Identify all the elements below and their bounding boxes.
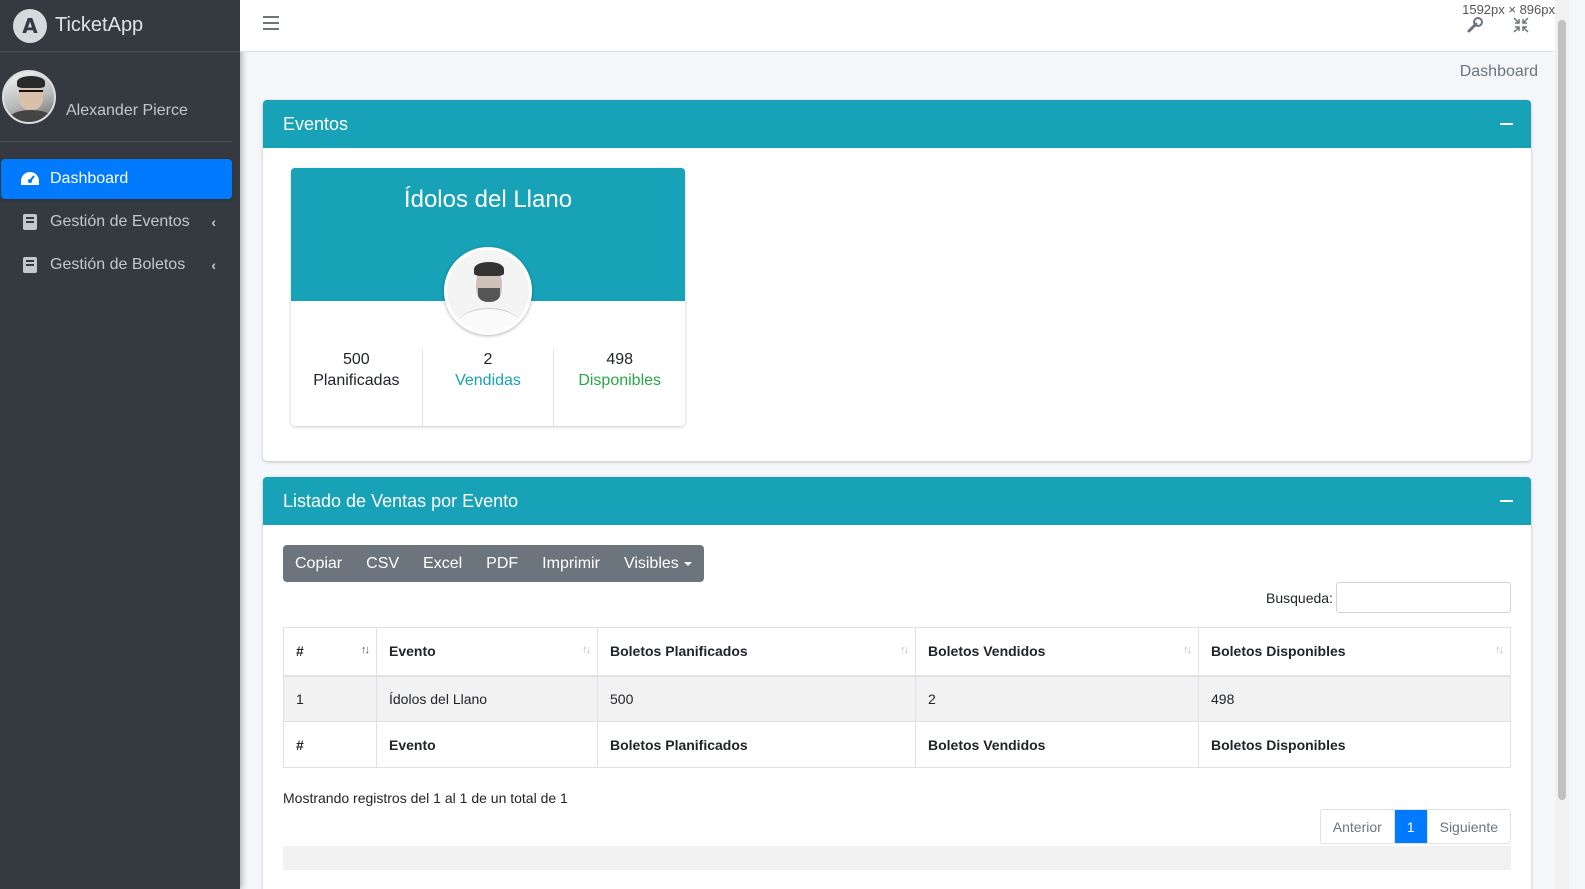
table-cell: 1 (283, 675, 377, 722)
sidebar-item-dashboard[interactable]: Dashboard (1, 159, 232, 199)
sort-icon: ↑↓ (900, 644, 909, 656)
stat-value: 500 (342, 351, 370, 368)
book-icon (20, 213, 40, 231)
collapse-icon[interactable] (1500, 123, 1513, 125)
brand-logo: A (13, 8, 47, 43)
user-avatar[interactable] (2, 69, 56, 124)
sales-table: # ↑↓ Evento ↑↓ Boletos Planificados ↑↓ Bole… (283, 627, 1511, 768)
footer-cell: Boletos Vendidos (915, 721, 1199, 768)
sort-icon: ↑↓ (361, 644, 370, 656)
topbar: 1592px × 896px (240, 0, 1555, 52)
card-header: Listado de Ventas por Evento (263, 477, 1531, 525)
table-info: Mostrando registros del 1 al 1 de un tot… (283, 790, 568, 806)
wrench-icon[interactable] (1467, 17, 1483, 38)
sidebar-item-label: Gestión de Boletos (50, 256, 186, 273)
stat-available: 498 Disponibles (553, 349, 685, 426)
stat-planned: 500 Planificadas (291, 349, 422, 426)
button-label: Visibles (623, 554, 679, 572)
viewport-size-label: 1592px × 896px (1462, 2, 1555, 17)
events-card: Eventos Ídolos del Llano 500 Planificada… (263, 100, 1531, 461)
table-cell: Ídolos del Llano (376, 675, 598, 722)
sort-icon: ↑↓ (582, 644, 591, 656)
pdf-button[interactable]: PDF (474, 545, 530, 582)
stat-label: Disponibles (578, 372, 662, 389)
sidebar: A TicketApp Alexander Pierce Dashboard G… (0, 0, 240, 889)
next-page-button[interactable]: Siguiente (1426, 810, 1510, 843)
table-cell: 500 (597, 675, 916, 722)
footer-cell: # (283, 721, 377, 768)
stat-label: Vendidas (455, 372, 521, 389)
brand-name: TicketApp (55, 14, 144, 36)
column-header[interactable]: # ↑↓ (283, 627, 377, 677)
user-panel: Alexander Pierce (0, 52, 232, 142)
table-cell: 498 (1198, 675, 1511, 722)
pagination: Anterior 1 Siguiente (1319, 809, 1511, 844)
tachometer-icon (20, 170, 40, 188)
column-visibility-button[interactable]: Visibles (612, 545, 704, 582)
sidebar-item-label: Dashboard (50, 170, 129, 187)
table-header-row: # ↑↓ Evento ↑↓ Boletos Planificados ↑↓ Bole… (283, 627, 1511, 677)
caret-down-icon (683, 561, 692, 566)
search-input[interactable] (1336, 582, 1511, 613)
sidebar-item-label: Gestión de Eventos (50, 213, 190, 230)
stat-value: 2 (483, 351, 493, 368)
export-button-group: Copiar CSV Excel PDF Imprimir Visibles (283, 545, 704, 582)
event-widget: Ídolos del Llano 500 Planificadas 2 Vend… (291, 168, 685, 426)
event-avatar (444, 247, 532, 335)
sidebar-item-gestion-eventos[interactable]: Gestión de Eventos ‹ (1, 202, 232, 242)
sidebar-item-gestion-boletos[interactable]: Gestión de Boletos ‹ (1, 245, 232, 285)
footer-cell: Boletos Disponibles (1198, 721, 1511, 768)
book-icon (20, 256, 40, 274)
column-header[interactable]: Boletos Disponibles ↑↓ (1198, 627, 1511, 677)
prev-page-button[interactable]: Anterior (1321, 810, 1395, 843)
stat-value: 498 (606, 351, 634, 368)
column-header[interactable]: Boletos Planificados ↑↓ (597, 627, 916, 677)
stat-label: Planificadas (313, 372, 400, 389)
copy-button[interactable]: Copiar (283, 545, 354, 582)
search-label: Busqueda: (1266, 590, 1333, 606)
card-header: Eventos (263, 100, 1531, 148)
csv-button[interactable]: CSV (354, 545, 411, 582)
brand-link[interactable]: A TicketApp (0, 0, 240, 52)
card-title: Listado de Ventas por Evento (283, 490, 519, 511)
table-cell: 2 (915, 675, 1199, 722)
footer-cell: Evento (376, 721, 598, 768)
excel-button[interactable]: Excel (411, 545, 474, 582)
print-button[interactable]: Imprimir (530, 545, 612, 582)
column-header[interactable]: Boletos Vendidos ↑↓ (915, 627, 1199, 677)
sort-icon: ↑↓ (1183, 644, 1192, 656)
horizontal-scrollbar[interactable] (283, 846, 1511, 870)
user-name[interactable]: Alexander Pierce (66, 102, 188, 120)
vertical-scrollbar[interactable] (1555, 0, 1569, 889)
table-footer-row: # Evento Boletos Planificados Boletos Ve… (283, 721, 1511, 768)
table-row[interactable]: 1 Ídolos del Llano 500 2 498 (283, 675, 1511, 722)
column-header[interactable]: Evento ↑↓ (376, 627, 598, 677)
menu-toggle-icon[interactable] (263, 16, 279, 30)
compress-icon[interactable] (1513, 17, 1529, 38)
sales-card: Listado de Ventas por Evento Copiar CSV … (263, 477, 1531, 889)
card-title: Eventos (283, 113, 349, 134)
sidebar-nav: Dashboard Gestión de Eventos ‹ Gestión d… (0, 159, 240, 285)
chevron-left-icon: ‹ (211, 257, 216, 273)
sort-icon: ↑↓ (1495, 644, 1504, 656)
collapse-icon[interactable] (1500, 500, 1513, 502)
page-1-button[interactable]: 1 (1394, 810, 1427, 843)
chevron-left-icon: ‹ (211, 214, 216, 230)
footer-cell: Boletos Planificados (597, 721, 916, 768)
stat-sold: 2 Vendidas (421, 349, 554, 426)
logo-letter: A (22, 13, 38, 38)
breadcrumb[interactable]: Dashboard (1460, 63, 1538, 81)
